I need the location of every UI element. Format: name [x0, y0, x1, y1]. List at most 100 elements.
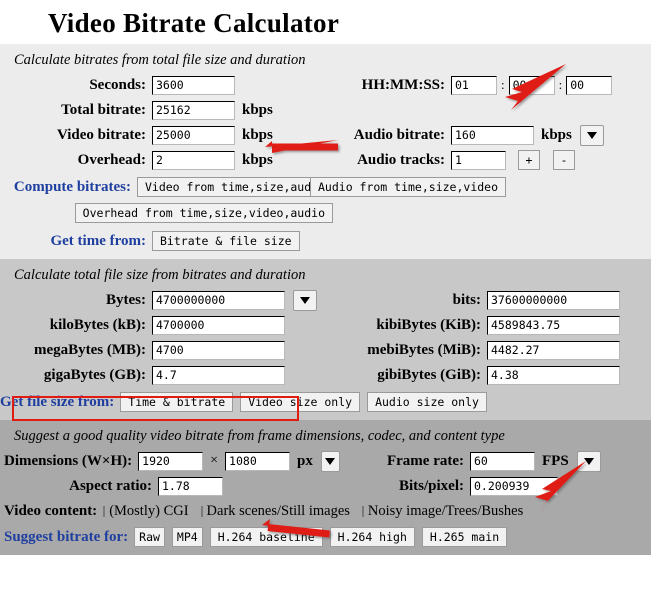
overhead-input[interactable]	[152, 150, 235, 170]
time-colon-2: :	[558, 77, 563, 92]
megabytes-input[interactable]	[152, 340, 285, 360]
dimensions-unit: px	[297, 452, 313, 469]
gibibytes-label: gibiBytes (GiB):	[377, 366, 481, 383]
row-get-file-size-from: Get file size from: Time & bitrate Video…	[0, 391, 651, 413]
seconds-input[interactable]	[152, 75, 235, 95]
h264-high-button[interactable]: H.264 high	[329, 527, 415, 547]
dimensions-label: Dimensions (W×H):	[4, 452, 133, 469]
audio-size-only-button[interactable]: Audio size only	[367, 392, 487, 412]
overhead-label: Overhead:	[77, 151, 146, 168]
get-file-size-from-label: Get file size from:	[0, 393, 115, 410]
chevron-down-icon	[586, 131, 597, 139]
megabytes-label: megaBytes (MB):	[33, 341, 146, 358]
mp4-button[interactable]: MP4	[171, 527, 203, 547]
chevron-down-icon	[583, 457, 594, 465]
total-bitrate-input[interactable]	[152, 100, 235, 120]
suggest-bitrate-for-label: Suggest bitrate for:	[4, 528, 129, 545]
section-calculate-bitrates: Calculate bitrates from total file size …	[0, 44, 651, 259]
checkbox-mostly-cgi[interactable]	[103, 505, 106, 517]
gigabytes-input[interactable]	[152, 365, 285, 385]
raw-button[interactable]: Raw	[134, 527, 165, 547]
row-kilobytes-kibibytes: kiloBytes (kB): kibiBytes (KiB):	[0, 314, 651, 336]
chevron-down-icon	[325, 457, 336, 465]
bits-pixel-input[interactable]	[470, 476, 558, 496]
checkbox-label-noisy-image: Noisy image/Trees/Bushes	[367, 502, 524, 519]
video-from-time-size-audio-button[interactable]: Video from time,size,audio	[136, 177, 333, 197]
hours-input[interactable]	[451, 75, 497, 95]
checkbox-label-mostly-cgi: (Mostly) CGI	[109, 502, 189, 519]
compute-bitrates-label: Compute bitrates:	[13, 178, 131, 195]
bits-input[interactable]	[487, 290, 620, 310]
audio-from-time-size-video-button[interactable]: Audio from time,size,video	[310, 177, 507, 197]
total-bitrate-unit: kbps	[242, 101, 273, 118]
section1-caption: Calculate bitrates from total file size …	[14, 52, 306, 68]
row-get-time-from: Get time from: Bitrate & file size	[0, 230, 651, 252]
height-input[interactable]	[225, 451, 291, 471]
time-and-bitrate-button[interactable]: Time & bitrate	[120, 392, 234, 412]
dimensions-dropdown-button[interactable]	[320, 450, 340, 472]
row-gigabytes-gibibytes: gigaBytes (GB): gibiBytes (GiB):	[0, 364, 651, 386]
video-content-label: Video content:	[4, 502, 98, 519]
aspect-ratio-input[interactable]	[158, 476, 223, 496]
row-bytes-bits: Bytes: bits:	[0, 289, 651, 311]
minutes-input[interactable]	[508, 75, 555, 95]
section-suggest-bitrate: Suggest a good quality video bitrate fro…	[0, 420, 651, 555]
bytes-input[interactable]	[152, 290, 285, 310]
row-dimensions-framerate: Dimensions (W×H): × px Frame rate: FPS	[0, 450, 651, 472]
width-input[interactable]	[138, 451, 204, 471]
kilobytes-input[interactable]	[152, 315, 285, 335]
bytes-dropdown-button[interactable]	[293, 289, 317, 311]
kibibytes-input[interactable]	[487, 315, 620, 335]
kilobytes-label: kiloBytes (kB):	[49, 316, 146, 333]
audio-bitrate-input[interactable]	[451, 125, 534, 145]
h265-main-button[interactable]: H.265 main	[421, 527, 508, 547]
audio-tracks-decrement-button[interactable]: -	[553, 150, 575, 170]
row-overhead-audio-tracks: Overhead: kbps Audio tracks: + -	[0, 149, 651, 171]
dimensions-times-symbol: ×	[210, 453, 219, 468]
video-bitrate-unit: kbps	[242, 126, 273, 143]
overhead-from-button[interactable]: Overhead from time,size,video,audio	[74, 203, 333, 223]
section2-caption: Calculate total file size from bitrates …	[14, 267, 306, 283]
bits-label: bits:	[452, 291, 481, 308]
get-time-from-label: Get time from:	[50, 232, 146, 249]
row-seconds-duration: Seconds: HH:MM:SS: : :	[0, 74, 651, 96]
row-aspect-bitspixel: Aspect ratio: Bits/pixel:	[0, 475, 651, 497]
audio-bitrate-unit: kbps	[541, 126, 572, 143]
video-bitrate-label: Video bitrate:	[56, 126, 146, 143]
page-title: Video Bitrate Calculator	[48, 8, 340, 38]
h264-baseline-button[interactable]: H.264 baseline	[209, 527, 323, 547]
frame-rate-dropdown-button[interactable]	[576, 450, 601, 472]
total-bitrate-label: Total bitrate:	[61, 101, 146, 118]
checkbox-dark-scenes[interactable]	[200, 505, 203, 517]
audio-tracks-input[interactable]	[451, 150, 506, 170]
gigabytes-label: gigaBytes (GB):	[43, 366, 146, 383]
gibibytes-input[interactable]	[487, 365, 620, 385]
video-bitrate-input[interactable]	[152, 125, 235, 145]
aspect-ratio-label: Aspect ratio:	[69, 477, 152, 494]
row-overhead-from: Overhead from time,size,video,audio	[0, 202, 651, 224]
audio-tracks-increment-button[interactable]: +	[518, 150, 540, 170]
bitrate-and-file-size-button[interactable]: Bitrate & file size	[152, 231, 300, 251]
mebibytes-input[interactable]	[487, 340, 620, 360]
section-calculate-file-size: Calculate total file size from bitrates …	[0, 259, 651, 420]
audio-bitrate-label: Audio bitrate:	[353, 126, 445, 143]
audio-tracks-label: Audio tracks:	[357, 151, 445, 168]
row-suggest-bitrate-for: Suggest bitrate for: Raw MP4 H.264 basel…	[0, 526, 651, 548]
frame-rate-input[interactable]	[470, 451, 535, 471]
checkbox-noisy-image[interactable]	[361, 505, 364, 517]
bits-pixel-label: Bits/pixel:	[398, 477, 464, 494]
frame-rate-label: Frame rate:	[386, 452, 464, 469]
row-total-bitrate: Total bitrate: kbps	[0, 99, 651, 121]
row-megabytes-mebibytes: megaBytes (MB): mebiBytes (MiB):	[0, 339, 651, 361]
kibibytes-label: kibiBytes (KiB):	[376, 316, 481, 333]
row-video-audio-bitrate: Video bitrate: kbps Audio bitrate: kbps	[0, 124, 651, 146]
overhead-unit: kbps	[242, 151, 273, 168]
row-compute-bitrates: Compute bitrates: Video from time,size,a…	[0, 176, 651, 198]
checkbox-label-dark-scenes: Dark scenes/Still images	[206, 502, 350, 519]
video-size-only-button[interactable]: Video size only	[240, 392, 361, 412]
audio-bitrate-dropdown-button[interactable]	[579, 124, 604, 146]
seconds-label: Seconds:	[89, 76, 146, 93]
seconds-field-input[interactable]	[566, 75, 613, 95]
section3-caption: Suggest a good quality video bitrate fro…	[14, 428, 505, 444]
frame-rate-unit: FPS	[542, 452, 569, 469]
